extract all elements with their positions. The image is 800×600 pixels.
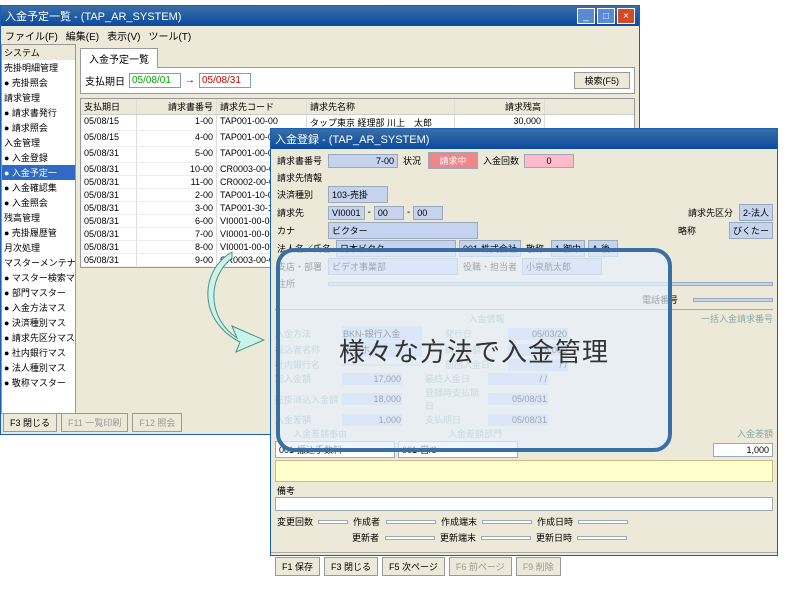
- menu-file[interactable]: ファイル(F): [5, 28, 58, 42]
- count-label: 入金回数: [481, 153, 521, 168]
- invoice-no-label: 請求書番号: [275, 153, 325, 168]
- f12-view-button[interactable]: F12 照会: [132, 413, 182, 432]
- window-title: 入金登録 - (TAP_AR_SYSTEM): [275, 131, 773, 147]
- sidebar-item[interactable]: ● 法人種別マス: [2, 360, 75, 375]
- f3-close-button[interactable]: F3 閉じる: [324, 557, 378, 576]
- date-to-input[interactable]: [199, 73, 251, 88]
- window-title: 入金予定一覧 - (TAP_AR_SYSTEM): [5, 8, 575, 24]
- callout-overlay: 様々な方法で入金管理: [276, 248, 672, 452]
- billto-class-field[interactable]: 2-法人: [739, 204, 773, 221]
- sidebar-item[interactable]: ● 入金登録: [2, 150, 75, 165]
- sidebar-item[interactable]: ● 入金確認集: [2, 180, 75, 195]
- sidebar-item[interactable]: ● 売掛照会: [2, 75, 75, 90]
- menu-edit[interactable]: 編集(E): [66, 28, 99, 42]
- sidebar-item[interactable]: 請求管理: [2, 90, 75, 105]
- sidebar-item[interactable]: ● 入金照会: [2, 195, 75, 210]
- arrow-icon: →: [185, 75, 195, 86]
- search-button[interactable]: 検索(F5): [574, 72, 631, 89]
- sidebar-item[interactable]: ● 売掛履歴管: [2, 225, 75, 240]
- status-label: 状況: [401, 153, 425, 168]
- abbr-field[interactable]: びくたー: [729, 222, 773, 239]
- f9-delete-button[interactable]: F9 削除: [516, 557, 561, 576]
- count-field: 0: [524, 154, 574, 168]
- invoice-no-field[interactable]: 7-00: [328, 154, 398, 168]
- filter-label: 支払期日: [85, 73, 125, 88]
- titlebar[interactable]: 入金登録 - (TAP_AR_SYSTEM): [271, 129, 777, 149]
- sidebar-item[interactable]: 月次処理: [2, 240, 75, 255]
- notes-area[interactable]: [275, 460, 773, 482]
- f5-next-button[interactable]: F5 次ページ: [382, 557, 445, 576]
- section-billing-info: 請求先情報: [275, 170, 773, 185]
- f1-save-button[interactable]: F1 保存: [275, 557, 320, 576]
- sidebar-item[interactable]: ● 社内銀行マス: [2, 345, 75, 360]
- remarks-field[interactable]: [275, 497, 773, 511]
- menubar: ファイル(F) 編集(E) 表示(V) ツール(T): [1, 26, 639, 44]
- function-key-bar: F1 保存 F3 閉じる F5 次ページ F6 前ページ F9 削除: [271, 552, 777, 580]
- function-key-bar: F3 閉じる F11 一覧印刷 F12 照会: [3, 413, 182, 432]
- menu-view[interactable]: 表示(V): [107, 28, 140, 42]
- tel-field[interactable]: [693, 298, 773, 302]
- sidebar-item[interactable]: 残高管理: [2, 210, 75, 225]
- close-icon[interactable]: ×: [617, 8, 635, 24]
- sidebar-item[interactable]: ● 決済種別マス: [2, 315, 75, 330]
- tab-schedule[interactable]: 入金予定一覧: [80, 48, 158, 68]
- kana-field[interactable]: ビクター: [328, 222, 478, 239]
- billto-code-field[interactable]: VI0001: [328, 206, 365, 220]
- status-badge: 請求中: [428, 152, 478, 169]
- filter-bar: 支払期日 → 検索(F5): [80, 67, 635, 94]
- f6-prev-button[interactable]: F6 前ページ: [449, 557, 512, 576]
- sidebar-item[interactable]: 売掛明細管理: [2, 60, 75, 75]
- diff-amount-field[interactable]: 1,000: [713, 443, 773, 457]
- sidebar-item[interactable]: 入金管理: [2, 135, 75, 150]
- grid-header: 支払期日 請求書番号 請求先コード 請求先名称 請求残高: [81, 99, 634, 115]
- f3-close-button[interactable]: F3 閉じる: [3, 413, 57, 432]
- sidebar-item[interactable]: ● 入金予定一: [2, 165, 75, 180]
- sidebar-tree[interactable]: システム 売掛明細管理● 売掛照会請求管理● 請求書発行● 請求照会入金管理● …: [1, 44, 76, 414]
- sidebar-header: システム: [2, 45, 75, 60]
- callout-text: 様々な方法で入金管理: [339, 332, 609, 369]
- sidebar-item[interactable]: ● 請求先区分マス: [2, 330, 75, 345]
- menu-tool[interactable]: ツール(T): [148, 28, 191, 42]
- sidebar-item[interactable]: マスターメンテナン: [2, 255, 75, 270]
- minimize-icon[interactable]: _: [577, 8, 595, 24]
- settlement-type-field[interactable]: 103-売掛: [328, 186, 388, 203]
- sidebar-item[interactable]: ● 部門マスター: [2, 285, 75, 300]
- sidebar-item[interactable]: ● マスター検索マ: [2, 270, 75, 285]
- titlebar[interactable]: 入金予定一覧 - (TAP_AR_SYSTEM) _ □ ×: [1, 6, 639, 26]
- maximize-icon[interactable]: □: [597, 8, 615, 24]
- date-from-input[interactable]: [129, 73, 181, 88]
- f11-print-button[interactable]: F11 一覧印刷: [61, 413, 128, 432]
- sidebar-item[interactable]: ● 請求書発行: [2, 105, 75, 120]
- sidebar-item[interactable]: ● 入金方法マス: [2, 300, 75, 315]
- sidebar-item[interactable]: ● 敬称マスター: [2, 375, 75, 390]
- sidebar-item[interactable]: ● 請求照会: [2, 120, 75, 135]
